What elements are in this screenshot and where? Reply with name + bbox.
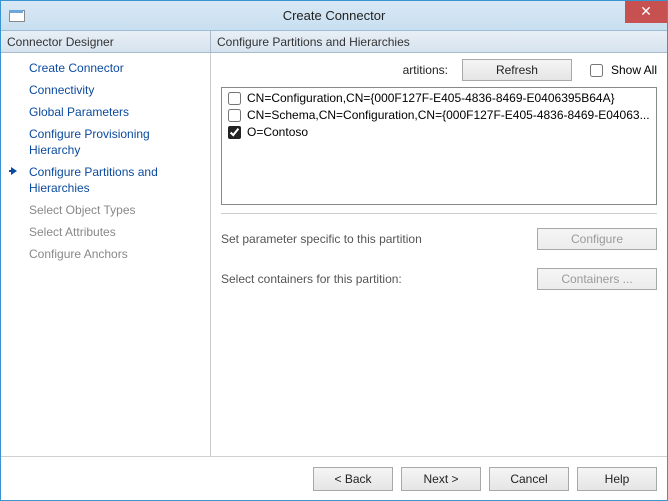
sidebar: Create Connector Connectivity Global Par… <box>1 53 211 456</box>
footer: < Back Next > Cancel Help <box>1 456 667 500</box>
sidebar-item-label: Select Object Types <box>29 203 136 217</box>
sidebar-item-partitions-hierarchies[interactable]: Configure Partitions and Hierarchies <box>1 161 210 199</box>
next-button[interactable]: Next > <box>401 467 481 491</box>
partitions-toolbar: artitions: Refresh Show All <box>211 53 667 85</box>
sidebar-item-select-object-types: Select Object Types <box>1 199 210 221</box>
window-title: Create Connector <box>1 8 667 23</box>
partition-row[interactable]: CN=Schema,CN=Configuration,CN={000F127F-… <box>226 107 652 124</box>
page-title: Configure Partitions and Hierarchies <box>211 31 667 52</box>
containers-label: Select containers for this partition: <box>221 272 537 286</box>
cancel-button[interactable]: Cancel <box>489 467 569 491</box>
divider <box>221 213 657 214</box>
section-header: Connector Designer Configure Partitions … <box>1 31 667 53</box>
sidebar-item-connectivity[interactable]: Connectivity <box>1 79 210 101</box>
partition-label: CN=Configuration,CN={000F127F-E405-4836-… <box>247 90 615 107</box>
configure-button[interactable]: Configure <box>537 228 657 250</box>
sidebar-item-provisioning-hierarchy[interactable]: Configure Provisioning Hierarchy <box>1 123 210 161</box>
partition-label: CN=Schema,CN=Configuration,CN={000F127F-… <box>247 107 650 124</box>
partitions-label: artitions: <box>221 63 454 77</box>
sidebar-item-label: Global Parameters <box>29 105 129 119</box>
sidebar-item-label: Configure Anchors <box>29 247 128 261</box>
sidebar-item-label: Select Attributes <box>29 225 116 239</box>
showall-field[interactable]: Show All <box>580 63 657 77</box>
sidebar-item-label: Configure Partitions and Hierarchies <box>29 165 158 195</box>
sidebar-item-configure-anchors: Configure Anchors <box>1 243 210 265</box>
close-icon: ✕ <box>640 3 652 19</box>
showall-label: Show All <box>611 63 657 77</box>
sidebar-item-label: Create Connector <box>29 61 124 75</box>
close-button[interactable]: ✕ <box>625 1 667 23</box>
partition-checkbox[interactable] <box>228 109 241 122</box>
configure-row: Set parameter specific to this partition… <box>221 228 657 250</box>
partition-row[interactable]: O=Contoso <box>226 124 652 141</box>
refresh-button[interactable]: Refresh <box>462 59 572 81</box>
partition-checkbox[interactable] <box>228 126 241 139</box>
partition-row[interactable]: CN=Configuration,CN={000F127F-E405-4836-… <box>226 90 652 107</box>
partition-checkbox[interactable] <box>228 92 241 105</box>
app-icon <box>9 8 25 24</box>
partition-label: O=Contoso <box>247 124 308 141</box>
main-panel: artitions: Refresh Show All CN=Configura… <box>211 53 667 456</box>
sidebar-item-label: Connectivity <box>29 83 94 97</box>
containers-row: Select containers for this partition: Co… <box>221 268 657 290</box>
sidebar-item-create-connector[interactable]: Create Connector <box>1 57 210 79</box>
window-frame: Create Connector ✕ Connector Designer Co… <box>0 0 668 501</box>
configure-label: Set parameter specific to this partition <box>221 232 537 246</box>
body: Create Connector Connectivity Global Par… <box>1 53 667 456</box>
sidebar-item-global-parameters[interactable]: Global Parameters <box>1 101 210 123</box>
help-button[interactable]: Help <box>577 467 657 491</box>
back-button[interactable]: < Back <box>313 467 393 491</box>
parameters-section: Set parameter specific to this partition… <box>211 218 667 312</box>
titlebar: Create Connector ✕ <box>1 1 667 31</box>
sidebar-item-label: Configure Provisioning Hierarchy <box>29 127 150 157</box>
sidebar-item-select-attributes: Select Attributes <box>1 221 210 243</box>
sidebar-header: Connector Designer <box>1 31 211 52</box>
showall-checkbox[interactable] <box>590 64 603 77</box>
containers-button[interactable]: Containers ... <box>537 268 657 290</box>
partitions-listbox[interactable]: CN=Configuration,CN={000F127F-E405-4836-… <box>221 87 657 205</box>
